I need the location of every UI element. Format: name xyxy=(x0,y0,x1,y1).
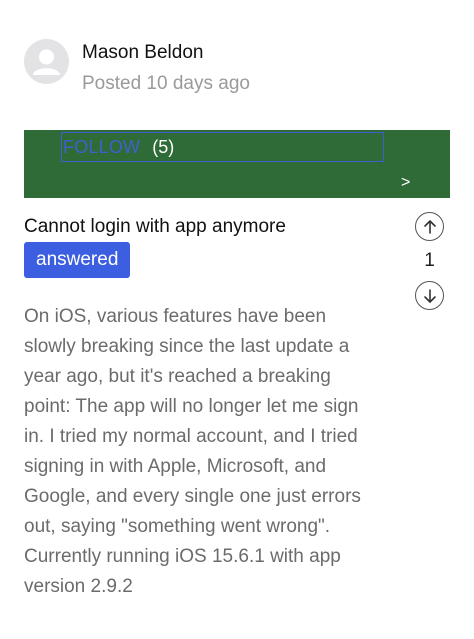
post-body: On iOS, various features have been slowl… xyxy=(24,302,384,602)
question-title: Cannot login with app anymore xyxy=(24,216,286,237)
chevron-right-icon[interactable]: > xyxy=(401,174,410,192)
body-line: signing in with Apple, Microsoft, and xyxy=(24,456,327,477)
arrow-up-circle-icon[interactable] xyxy=(415,212,444,241)
author-name[interactable]: Mason Beldon xyxy=(82,42,203,64)
body-line: out, saying "something went wrong". xyxy=(24,516,331,537)
body-line: in. I tried my normal account, and I tri… xyxy=(24,426,358,447)
body-line: point: The app will no longer let me sig… xyxy=(24,396,359,417)
question-page: Mason Beldon Posted 10 days ago FOLLOW (… xyxy=(0,0,474,639)
body-line: version 2.9.2 xyxy=(24,576,133,597)
follow-banner[interactable]: FOLLOW (5) > xyxy=(24,130,450,198)
user-avatar-icon[interactable] xyxy=(24,39,69,84)
arrow-down-circle-icon[interactable] xyxy=(415,281,444,310)
posted-timestamp: Posted 10 days ago xyxy=(82,73,250,94)
status-badge: answered xyxy=(24,242,131,278)
body-line: year ago, but it's reached a breaking xyxy=(24,366,331,387)
follow-button[interactable]: FOLLOW (5) xyxy=(61,132,384,162)
follow-label: FOLLOW xyxy=(63,136,141,157)
follow-count: (5) xyxy=(152,136,175,157)
body-line: Google, and every single one just errors xyxy=(24,486,361,507)
body-line: slowly breaking since the last update a xyxy=(24,336,350,357)
body-line: On iOS, various features have been xyxy=(24,306,327,327)
vote-count: 1 xyxy=(424,250,435,271)
body-line: Currently running iOS 15.6.1 with app xyxy=(24,546,341,567)
